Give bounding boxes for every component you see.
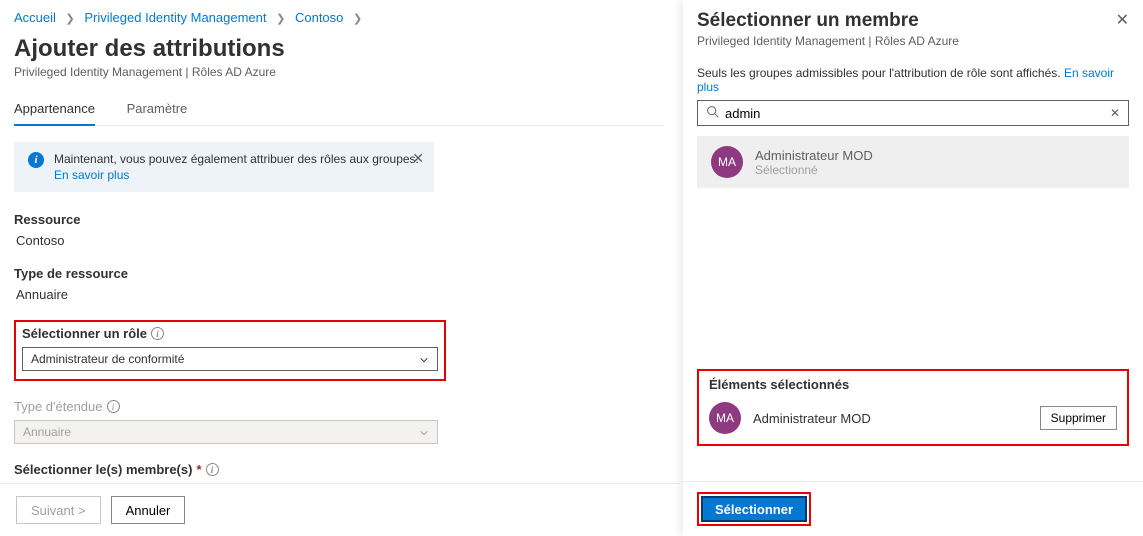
banner-learn-more[interactable]: En savoir plus <box>54 168 419 182</box>
scope-type-dropdown: Annuaire <box>14 420 438 444</box>
panel-title: Sélectionner un membre <box>697 10 919 32</box>
scope-type-value: Annuaire <box>23 425 71 439</box>
chevron-down-icon <box>419 427 429 437</box>
breadcrumb: Accueil ❯ Privileged Identity Management… <box>14 10 664 25</box>
info-small-icon[interactable]: i <box>151 327 164 340</box>
chevron-right-icon: ❯ <box>66 13 75 25</box>
scope-type-label: Type d'étendue i <box>14 399 664 414</box>
tab-membership[interactable]: Appartenance <box>14 93 95 126</box>
info-small-icon[interactable]: i <box>206 463 219 476</box>
cancel-button[interactable]: Annuler <box>111 496 186 524</box>
info-banner: i Maintenant, vous pouvez également attr… <box>14 142 434 192</box>
selected-items-box: Éléments sélectionnés MA Administrateur … <box>697 369 1129 446</box>
panel-note-text: Seuls les groupes admissibles pour l'att… <box>697 66 1061 80</box>
next-button[interactable]: Suivant > <box>16 496 101 524</box>
banner-message: Maintenant, vous pouvez également attrib… <box>54 152 419 166</box>
panel-close-icon[interactable]: ✕ <box>1116 10 1129 30</box>
chevron-down-icon <box>419 354 429 364</box>
chevron-right-icon: ❯ <box>353 13 362 25</box>
search-icon <box>706 105 719 121</box>
chevron-right-icon: ❯ <box>276 13 285 25</box>
selected-heading: Éléments sélectionnés <box>709 377 1117 392</box>
breadcrumb-contoso[interactable]: Contoso <box>295 10 343 25</box>
resource-value: Contoso <box>14 233 664 248</box>
select-members-label-text: Sélectionner le(s) membre(s) <box>14 462 192 477</box>
breadcrumb-pim[interactable]: Privileged Identity Management <box>84 10 266 25</box>
select-button[interactable]: Sélectionner <box>701 496 807 522</box>
select-members-label: Sélectionner le(s) membre(s) * i <box>14 462 664 477</box>
result-name: Administrateur MOD <box>755 148 873 163</box>
panel-footer: Sélectionner <box>683 481 1143 536</box>
selected-row: MA Administrateur MOD Supprimer <box>709 402 1117 434</box>
avatar: MA <box>711 146 743 178</box>
banner-close-icon[interactable]: ✕ <box>412 150 424 167</box>
scope-type-label-text: Type d'étendue <box>14 399 103 414</box>
avatar: MA <box>709 402 741 434</box>
tabs: Appartenance Paramètre <box>14 93 664 126</box>
role-highlight-box: Sélectionner un rôle i Administrateur de… <box>14 320 446 381</box>
result-row[interactable]: MA Administrateur MOD Sélectionné <box>697 136 1129 188</box>
search-field[interactable] <box>725 106 1104 121</box>
select-member-panel: Sélectionner un membre ✕ Privileged Iden… <box>683 0 1143 536</box>
selected-name: Administrateur MOD <box>753 411 1028 426</box>
result-status: Sélectionné <box>755 163 873 177</box>
clear-search-icon[interactable]: ✕ <box>1110 106 1120 120</box>
resource-type-label: Type de ressource <box>14 266 664 281</box>
panel-note: Seuls les groupes admissibles pour l'att… <box>697 66 1129 94</box>
page-title: Ajouter des attributions <box>14 35 664 63</box>
select-role-dropdown[interactable]: Administrateur de conformité <box>22 347 438 371</box>
resource-type-value: Annuaire <box>14 287 664 302</box>
required-asterisk: * <box>196 462 201 477</box>
select-role-label-text: Sélectionner un rôle <box>22 326 147 341</box>
remove-button[interactable]: Supprimer <box>1040 406 1117 430</box>
member-search-input[interactable]: ✕ <box>697 100 1129 126</box>
select-role-value: Administrateur de conformité <box>31 352 184 366</box>
select-role-label: Sélectionner un rôle i <box>22 326 438 341</box>
info-icon: i <box>28 152 44 168</box>
breadcrumb-home[interactable]: Accueil <box>14 10 56 25</box>
tab-settings[interactable]: Paramètre <box>127 93 188 124</box>
main-footer: Suivant > Annuler <box>0 483 680 536</box>
info-banner-text: Maintenant, vous pouvez également attrib… <box>54 152 419 182</box>
select-button-highlight: Sélectionner <box>697 492 811 526</box>
resource-label: Ressource <box>14 212 664 227</box>
panel-subtitle: Privileged Identity Management | Rôles A… <box>697 34 1129 48</box>
info-small-icon[interactable]: i <box>107 400 120 413</box>
page-subtitle: Privileged Identity Management | Rôles A… <box>14 65 664 79</box>
